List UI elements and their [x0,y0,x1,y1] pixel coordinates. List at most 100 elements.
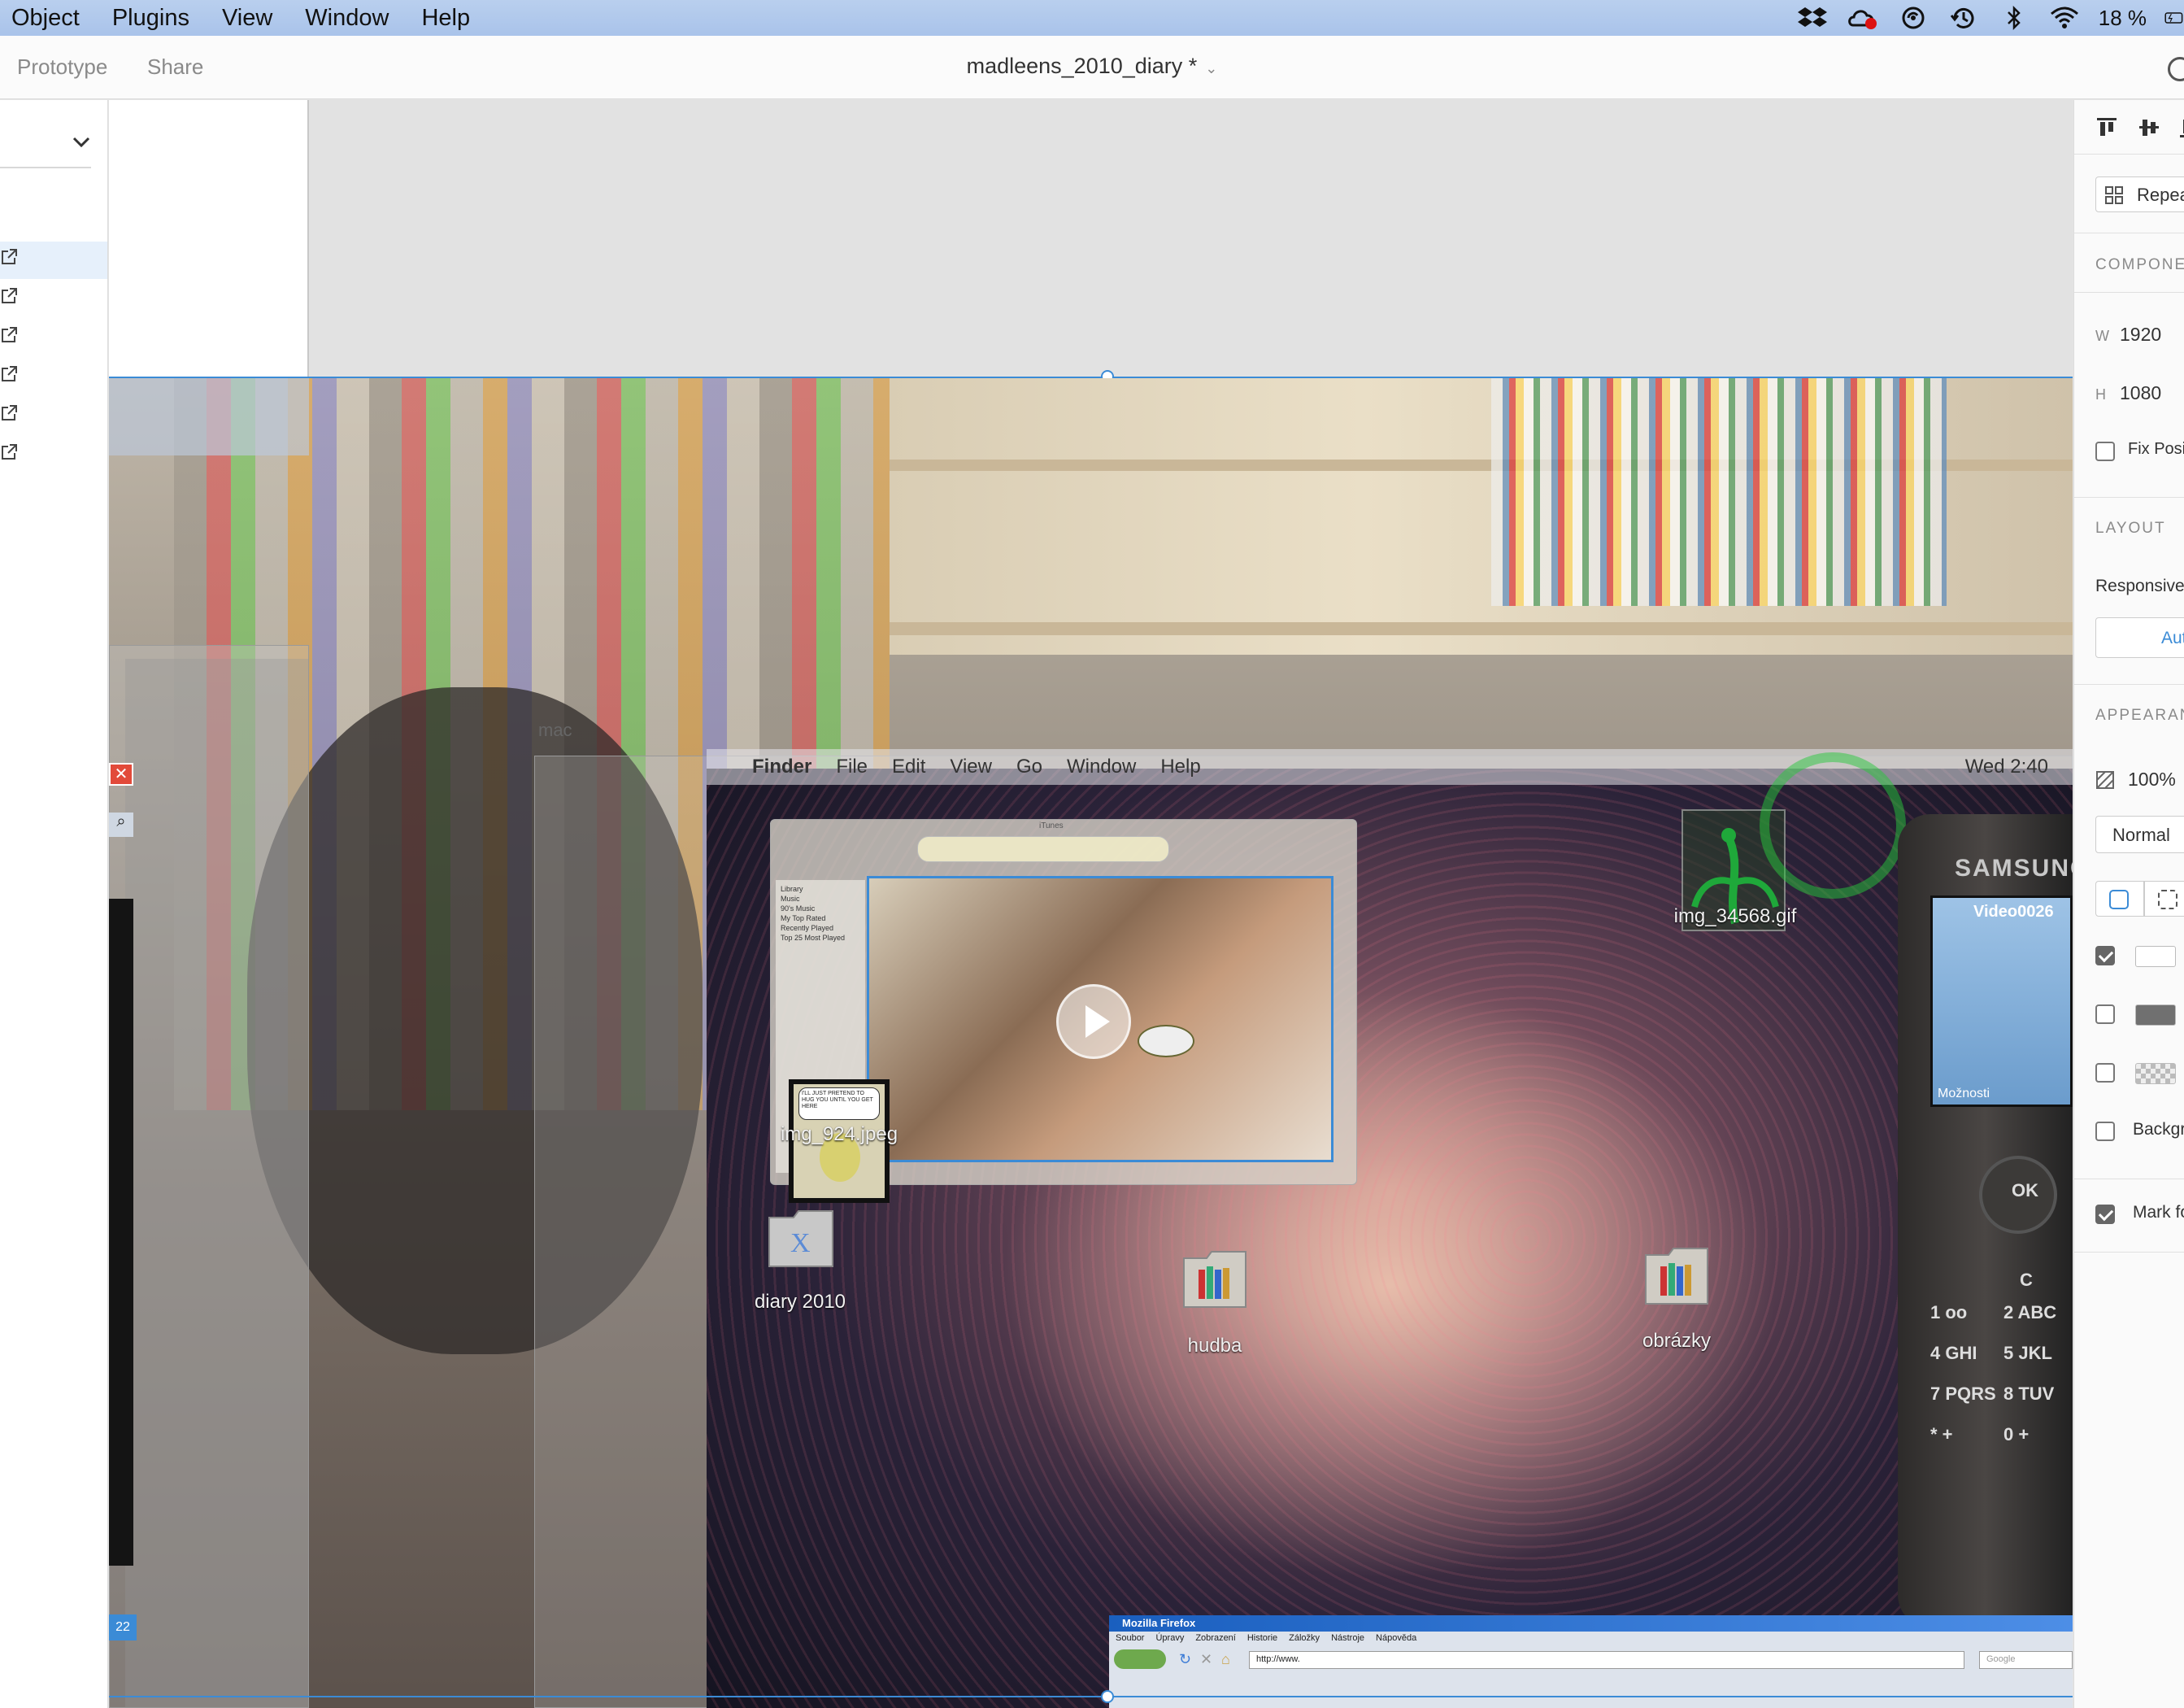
dark-strip [109,899,133,1566]
auto-button[interactable]: Auto [2095,617,2184,658]
dashed-square-icon [2158,890,2177,909]
phone-screen: Video0026 Možnosti [1930,895,2073,1107]
search-field[interactable]: Google [1979,1651,2073,1669]
itunes-sidebar-item[interactable]: 90's Music [781,904,815,913]
folder-icon[interactable] [1181,1247,1249,1310]
phone-screen-footer: Možnosti [1938,1087,1990,1100]
background-blur-checkbox[interactable] [2095,1122,2115,1141]
artboard-blank[interactable] [109,100,309,378]
itunes-title: iTunes [1039,821,1064,830]
external-link-icon[interactable] [0,404,21,425]
firefox-title: Mozilla Firefox [1122,1617,1196,1629]
corner-radius-all-button[interactable] [2095,881,2144,917]
external-link-icon[interactable] [0,365,21,386]
menu-object[interactable]: Object [11,5,80,32]
fill-swatch[interactable] [2135,946,2176,967]
divider [2074,154,2184,155]
corner-radius-each-button[interactable] [2144,881,2184,917]
shadow-panel [125,659,309,1708]
itunes-sidebar-item[interactable]: My Top Rated [781,914,825,922]
itunes-lcd [917,836,1169,862]
phone-key: C [2020,1270,2033,1290]
external-link-icon[interactable] [0,326,21,347]
selection-handle-bottom[interactable] [1101,1690,1114,1703]
phone-key: OK [2012,1180,2038,1200]
itunes-sidebar-item[interactable]: Music [781,895,800,903]
align-middle-icon[interactable] [2138,116,2160,143]
desktop-menu-help: Help [1160,756,1201,778]
responsive-resize-label: Responsive [2095,577,2184,595]
play-button[interactable] [1056,984,1131,1059]
itunes-sidebar-item[interactable]: Library [781,885,803,893]
divider [0,167,91,168]
chevron-down-icon[interactable] [72,133,91,154]
height-input[interactable]: 1080 [2120,382,2161,404]
shadow-swatch[interactable] [2135,1063,2176,1084]
collage-photo[interactable]: ✕ ⌕ 22 mac Finder File Edit View Go Wind… [109,378,2073,1708]
design-canvas[interactable]: ✕ ⌕ 22 mac Finder File Edit View Go Wind… [109,100,2073,1708]
bluetooth-icon[interactable] [1998,4,2030,32]
mark-for-export-checkbox[interactable] [2095,1205,2115,1224]
section-appearance: APPEARANCE [2095,707,2184,724]
firefox-window[interactable]: Mozilla Firefox Soubor Úpravy Zobrazení His… [1109,1615,2073,1708]
menu-plugins[interactable]: Plugins [112,5,189,32]
external-link-icon[interactable] [0,287,21,308]
firefox-menu-item[interactable]: Soubor [1116,1633,1144,1643]
menu-view[interactable]: View [222,5,272,32]
creative-cloud-icon[interactable] [1847,4,1879,32]
shadow-checkbox[interactable] [2095,1063,2115,1083]
border-swatch[interactable] [2135,1004,2176,1026]
wifi-icon[interactable] [2048,4,2081,32]
firefox-menu-item[interactable]: Historie [1247,1633,1277,1643]
blend-mode-select[interactable]: Normal [2095,816,2184,853]
folder-obrazky-label: obrázky [1642,1330,1712,1352]
menu-help[interactable]: Help [421,5,470,32]
dropbox-icon[interactable] [1796,4,1829,32]
svg-text:X: X [790,1228,811,1258]
taskbar-badge: 22 [109,1614,137,1640]
sync-icon[interactable] [1897,4,1929,32]
align-bottom-icon[interactable] [2178,116,2184,143]
jpeg-icon-label: img_924.jpeg [780,1123,898,1145]
phone-key: 8 TUV [2003,1383,2055,1404]
desktop-menu-finder: Finder [752,756,812,778]
repeat-grid-button[interactable]: Repeat Grid [2095,176,2184,212]
opacity-input[interactable]: 100% [2128,769,2176,791]
search-icon[interactable]: ⌕ [109,813,133,837]
desktop-menu-window: Window [1066,756,1137,778]
border-checkbox[interactable] [2095,1004,2115,1024]
menu-window[interactable]: Window [305,5,389,32]
external-link-icon[interactable] [0,248,21,269]
firefox-menu-item[interactable]: Nástroje [1331,1633,1364,1643]
divider [2074,1252,2184,1253]
fix-position-label: Fix Position [2128,440,2184,458]
url-bar[interactable]: http://www. [1249,1651,1964,1669]
close-icon[interactable]: ✕ [109,763,133,786]
folder-icon[interactable]: X [766,1206,836,1270]
firefox-menu-item[interactable]: Úpravy [1155,1633,1184,1643]
time-machine-icon[interactable] [1947,4,1980,32]
chevron-down-icon[interactable]: ⌄ [1205,60,1217,76]
firefox-menu-item[interactable]: Zobrazení [1195,1633,1236,1643]
fix-position-checkbox[interactable] [2095,442,2115,461]
firefox-menu-item[interactable]: Záložky [1289,1633,1320,1643]
opacity-icon [2095,770,2115,794]
stop-icon[interactable]: ✕ [1200,1651,1212,1668]
video-frame[interactable] [867,876,1333,1162]
back-forward-buttons[interactable] [1114,1649,1166,1669]
property-inspector: Repeat Grid COMPONENT W 1920 H 1080 Fix … [2073,100,2184,1708]
battery-icon[interactable] [2164,4,2184,32]
align-top-icon[interactable] [2095,116,2118,143]
home-icon[interactable]: ⌂ [1221,1651,1230,1668]
phone-screen-title: Video0026 [1973,903,2054,921]
folder-icon[interactable] [1642,1244,1711,1307]
external-link-icon[interactable] [0,443,21,464]
url-text: http://www. [1256,1654,1300,1664]
width-input[interactable]: 1920 [2120,324,2161,346]
fill-checkbox[interactable] [2095,946,2115,965]
itunes-sidebar-item[interactable]: Recently Played [781,924,833,932]
itunes-sidebar-item[interactable]: Top 25 Most Played [781,934,845,942]
reload-icon[interactable]: ↻ [1179,1651,1191,1668]
firefox-menu-item[interactable]: Nápověda [1376,1633,1416,1643]
document-title[interactable]: madleens_2010_diary * ⌄ [0,54,2184,79]
